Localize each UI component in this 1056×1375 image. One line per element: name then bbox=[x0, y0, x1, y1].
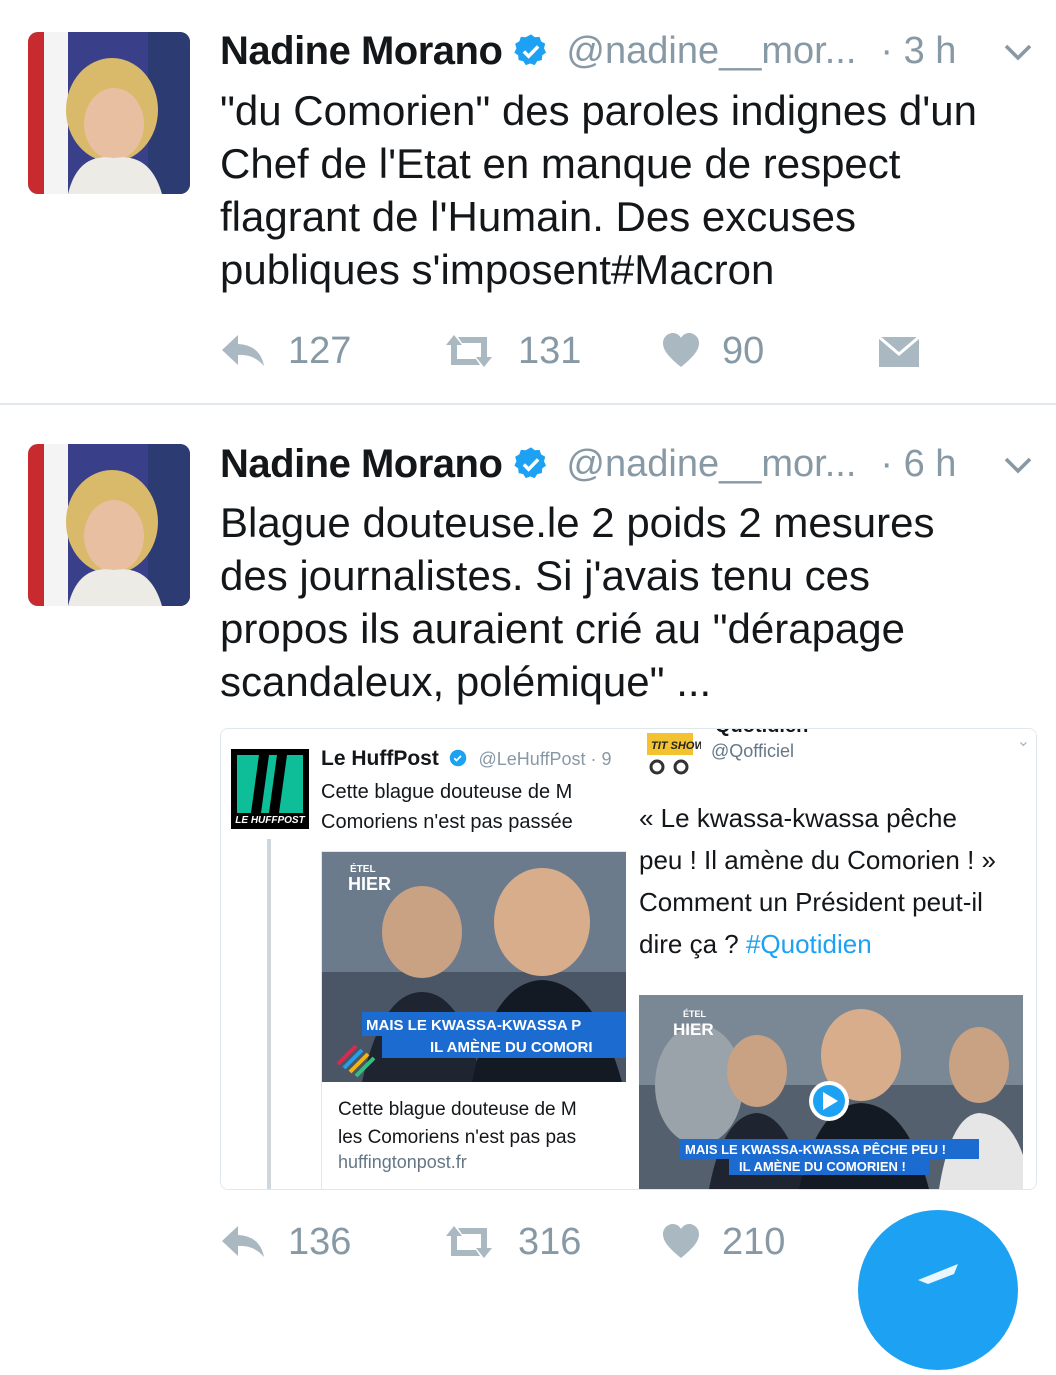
link-card-line: Cette blague douteuse de M bbox=[338, 1099, 577, 1120]
tweet-text: "du Comorien" des paroles indignes d'un … bbox=[220, 84, 1030, 296]
like-button[interactable]: 210 bbox=[662, 1217, 785, 1267]
tweet-text-line: propos ils auraient crié au "dérapage bbox=[220, 605, 906, 652]
tweet-text: Blague douteuse.le 2 poids 2 mesures des… bbox=[220, 496, 1030, 708]
quoted-text: « Le kwassa-kwassa pêche peu ! Il amène … bbox=[639, 797, 1029, 965]
tweet-text-line: des journalistes. Si j'avais tenu ces bbox=[220, 552, 871, 599]
quoted-author-name: Quotidien bbox=[715, 729, 808, 738]
retweet-icon bbox=[446, 335, 492, 367]
quoted-text-fragment: dire ça ? bbox=[639, 929, 746, 959]
tweet-actions: 127 131 90 bbox=[220, 326, 1020, 376]
chevron-down-icon[interactable] bbox=[1000, 447, 1036, 483]
tweet-media[interactable]: LE HUFFPOST Le HuffPost @LeHuffPost · 9 … bbox=[220, 728, 1037, 1190]
quoted-author-handle: @Qofficiel bbox=[711, 741, 794, 761]
verified-badge-icon bbox=[514, 34, 547, 66]
link-card-domain: huffingtonpost.fr bbox=[338, 1152, 467, 1172]
tweet-text-line: "du Comorien" des paroles indignes d'un bbox=[220, 87, 977, 134]
quoted-text: Cette blague douteuse de M Comoriens n'e… bbox=[321, 777, 573, 837]
avatar[interactable] bbox=[28, 444, 190, 606]
reply-count: 127 bbox=[288, 329, 352, 372]
author-handle[interactable]: @nadine__mor... bbox=[566, 30, 856, 73]
verified-badge-icon bbox=[449, 749, 466, 767]
like-button[interactable]: 90 bbox=[662, 326, 764, 376]
link-card-line: les Comoriens n'est pas pas bbox=[338, 1127, 577, 1148]
tweet-time[interactable]: · 3 h bbox=[880, 30, 956, 73]
quoted-text-line: peu ! Il amène du Comorien ! » bbox=[639, 845, 996, 875]
quoted-text-line: dire ça ? #Quotidien bbox=[639, 923, 1029, 965]
image-caption-2: IL AMÈNE DU COMORI bbox=[430, 1039, 593, 1056]
retweet-button[interactable]: 131 bbox=[442, 326, 581, 376]
reply-icon bbox=[222, 1226, 264, 1257]
tweet-1[interactable]: Nadine Morano @nadine__mor... · 3 h "du … bbox=[0, 0, 1056, 403]
author-name[interactable]: Nadine Morano bbox=[220, 442, 503, 487]
compose-button[interactable] bbox=[858, 1210, 1018, 1370]
image-caption-2: IL AMÈNE DU COMORIEN ! bbox=[739, 1159, 906, 1174]
retweet-count: 316 bbox=[518, 1220, 582, 1263]
heart-icon bbox=[663, 1224, 699, 1258]
image-tag-etel: ÉTEL bbox=[683, 1009, 707, 1019]
reply-button[interactable]: 127 bbox=[220, 326, 351, 376]
author-handle[interactable]: @nadine__mor... bbox=[566, 443, 856, 486]
link-card: ÉTEL HIER MAIS LE KWASSA-KWASSA P IL AMÈ… bbox=[321, 851, 626, 1189]
tweet-text-line: scandaleux, polémique" ... bbox=[220, 658, 712, 705]
tweet-text-line: flagrant de l'Humain. Des excuses bbox=[220, 193, 856, 240]
media-image-huffpost[interactable]: LE HUFFPOST Le HuffPost @LeHuffPost · 9 … bbox=[221, 729, 626, 1189]
quoted-text-line: Comment un Président peut-il bbox=[639, 887, 983, 917]
image-tag-hier: HIER bbox=[348, 874, 391, 894]
huffpost-logo-text: LE HUFFPOST bbox=[235, 815, 305, 826]
quoted-text-line: « Le kwassa-kwassa pêche bbox=[639, 803, 957, 833]
image-caption-1: MAIS LE KWASSA-KWASSA P bbox=[366, 1017, 581, 1034]
avatar[interactable] bbox=[28, 32, 190, 194]
quoted-text-line: Comoriens n'est pas passée bbox=[321, 811, 573, 833]
retweet-button[interactable]: 316 bbox=[442, 1217, 581, 1267]
chevron-down-icon: ⌄ bbox=[1016, 733, 1030, 750]
quoted-video-thumbnail: MAIS LE KWASSA-KWASSA PÊCHE PEU ! IL AMÈ… bbox=[639, 995, 1023, 1189]
media-image-quotidien[interactable]: TIT SHOW Quotidien @Qofficiel ⌄ « Le kwa… bbox=[631, 729, 1036, 1189]
quoted-author: Le HuffPost @LeHuffPost · 9 bbox=[321, 747, 612, 771]
retweet-icon bbox=[446, 1226, 492, 1258]
tweet-text-line: publiques s'imposent#Macron bbox=[220, 246, 775, 293]
link-card-image: ÉTEL HIER MAIS LE KWASSA-KWASSA P IL AMÈ… bbox=[322, 852, 626, 1082]
direct-message-icon bbox=[878, 335, 920, 367]
hashtag-link: #Quotidien bbox=[745, 929, 872, 959]
link-card-title: Cette blague douteuse de M les Comoriens… bbox=[338, 1096, 577, 1152]
like-count: 210 bbox=[722, 1220, 786, 1263]
tweet-text-line: Chef de l'Etat en manque de respect bbox=[220, 140, 901, 187]
reply-count: 136 bbox=[288, 1220, 352, 1263]
author-name[interactable]: Nadine Morano bbox=[220, 29, 503, 74]
quoted-text-line: Cette blague douteuse de M bbox=[321, 781, 573, 803]
tweet-text-line: Blague douteuse.le 2 poids 2 mesures bbox=[220, 499, 935, 546]
compose-icon bbox=[918, 1264, 958, 1284]
image-tag-hier: HIER bbox=[673, 1020, 714, 1039]
reply-icon bbox=[222, 335, 264, 366]
quotidien-avatar-text: TIT SHOW bbox=[651, 740, 701, 752]
image-caption-1: MAIS LE KWASSA-KWASSA PÊCHE PEU ! bbox=[685, 1142, 946, 1157]
quotidien-avatar: TIT SHOW bbox=[641, 729, 701, 777]
verified-badge-icon bbox=[514, 447, 547, 479]
thread-line bbox=[267, 839, 271, 1189]
quoted-author-handle: @LeHuffPost · 9 bbox=[478, 749, 612, 769]
like-count: 90 bbox=[722, 329, 765, 372]
quoted-author-name: Le HuffPost bbox=[321, 747, 439, 770]
chevron-down-icon[interactable] bbox=[1000, 34, 1036, 70]
heart-icon bbox=[663, 333, 699, 367]
reply-button[interactable]: 136 bbox=[220, 1217, 351, 1267]
tweet-time[interactable]: · 6 h bbox=[880, 443, 956, 486]
direct-message-button[interactable] bbox=[878, 326, 920, 376]
retweet-count: 131 bbox=[518, 329, 582, 372]
